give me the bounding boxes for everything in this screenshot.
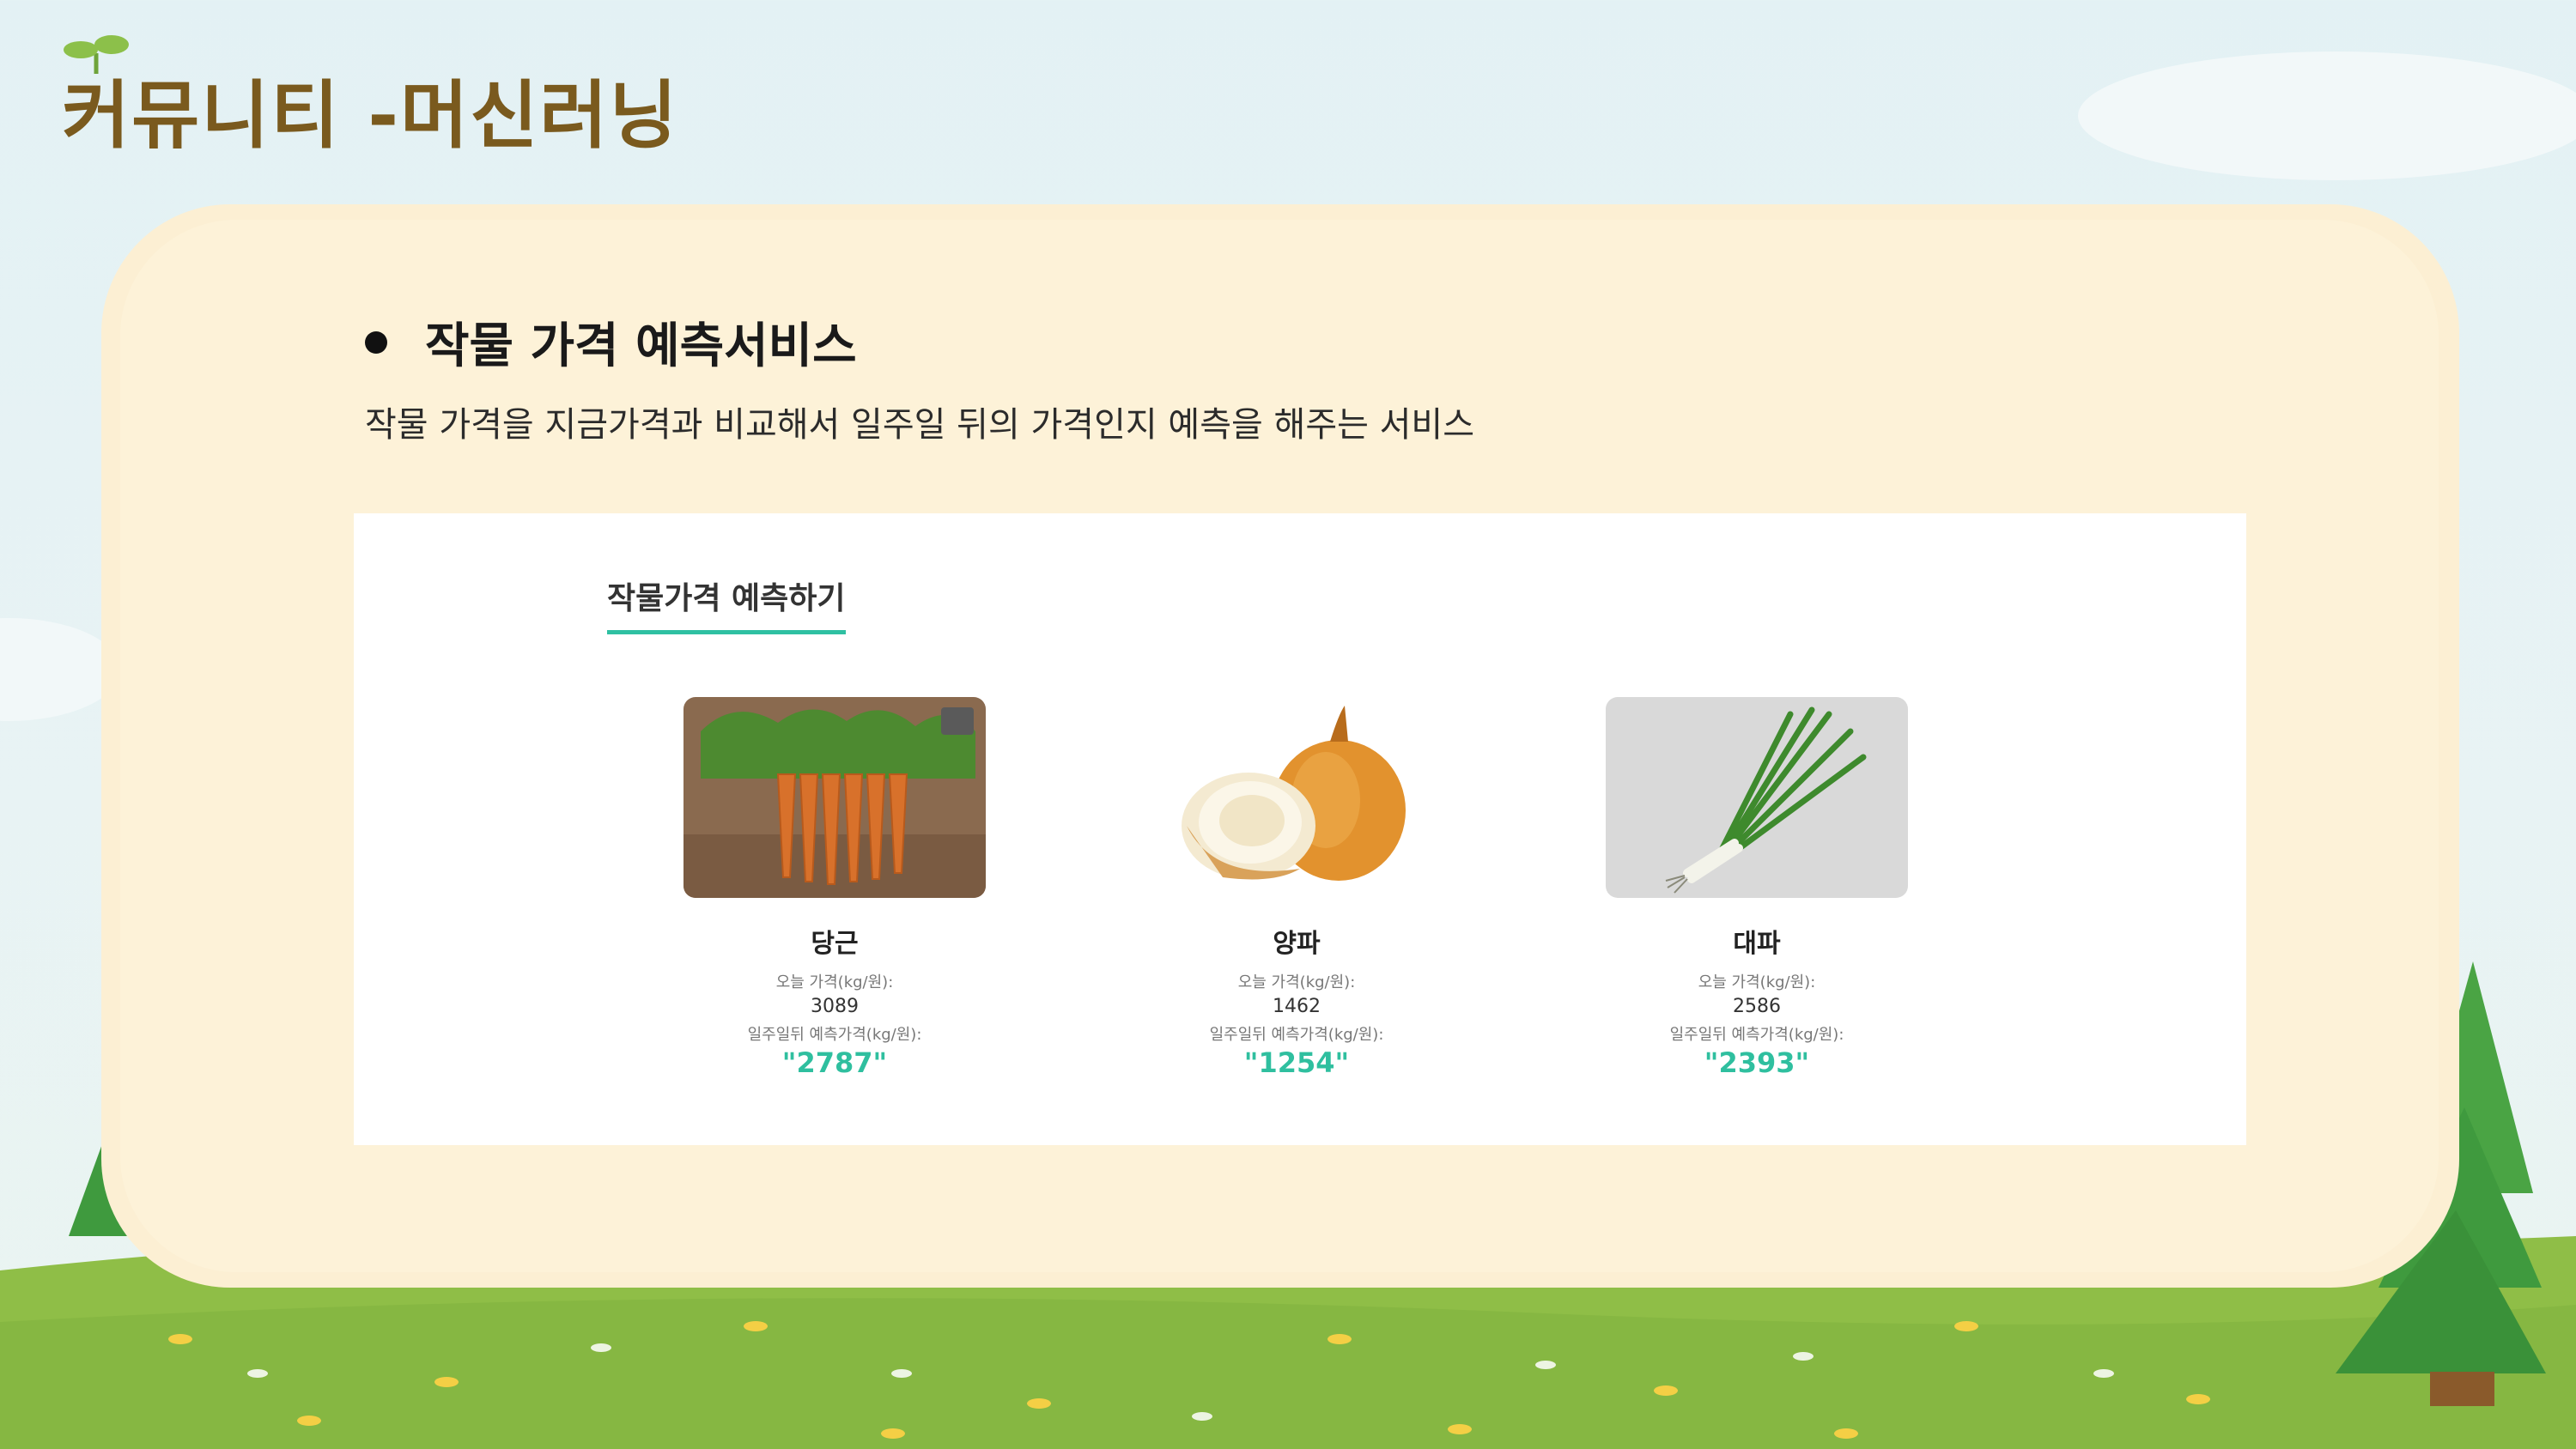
today-price-value: 2586 xyxy=(1733,996,1781,1017)
crop-card-green-onion[interactable]: 대파 오늘 가격(kg/원): 2586 일주일뒤 예측가격(kg/원): "2… xyxy=(1606,697,1908,1079)
page-title: 커뮤니티 -머신러닝 xyxy=(62,73,679,159)
predicted-price-label: 일주일뒤 예측가격(kg/원): xyxy=(1209,1026,1384,1044)
predicted-price-label: 일주일뒤 예측가격(kg/원): xyxy=(1669,1026,1844,1044)
predicted-price-value: "1254" xyxy=(1243,1046,1350,1079)
crop-name: 양파 xyxy=(1273,929,1321,959)
section-title: 작물 가격 예측서비스 xyxy=(425,318,857,374)
predicted-price-value: "2393" xyxy=(1704,1046,1810,1079)
crop-name: 당근 xyxy=(811,929,859,959)
section-description: 작물 가격을 지금가격과 비교해서 일주일 뒤의 가격인지 예측을 해주는 서비… xyxy=(365,405,1475,445)
prediction-screenshot: 작물가격 예측하기 당근 오늘 가격(kg/원): 3089 일주일뒤 예측가격… xyxy=(354,513,2246,1145)
sprout-icon xyxy=(64,35,129,74)
today-price-label: 오늘 가격(kg/원): xyxy=(1237,973,1356,991)
section-heading: 작물 가격 예측서비스 xyxy=(365,307,857,377)
onion-image xyxy=(1145,697,1448,898)
predicted-price-label: 일주일뒤 예측가격(kg/원): xyxy=(747,1026,922,1044)
today-price-value: 1462 xyxy=(1273,996,1321,1017)
bullet-icon xyxy=(365,330,387,354)
carrot-image xyxy=(683,697,986,898)
crop-card-carrot[interactable]: 당근 오늘 가격(kg/원): 3089 일주일뒤 예측가격(kg/원): "2… xyxy=(683,697,986,1079)
crop-name: 대파 xyxy=(1733,929,1781,959)
tab-crop-price-prediction[interactable]: 작물가격 예측하기 xyxy=(607,573,846,634)
predicted-price-value: "2787" xyxy=(781,1046,888,1079)
crop-card-onion[interactable]: 양파 오늘 가격(kg/원): 1462 일주일뒤 예측가격(kg/원): "1… xyxy=(1145,697,1448,1079)
today-price-value: 3089 xyxy=(811,996,859,1017)
today-price-label: 오늘 가격(kg/원): xyxy=(775,973,894,991)
today-price-label: 오늘 가격(kg/원): xyxy=(1698,973,1816,991)
green-onion-image xyxy=(1606,697,1908,898)
